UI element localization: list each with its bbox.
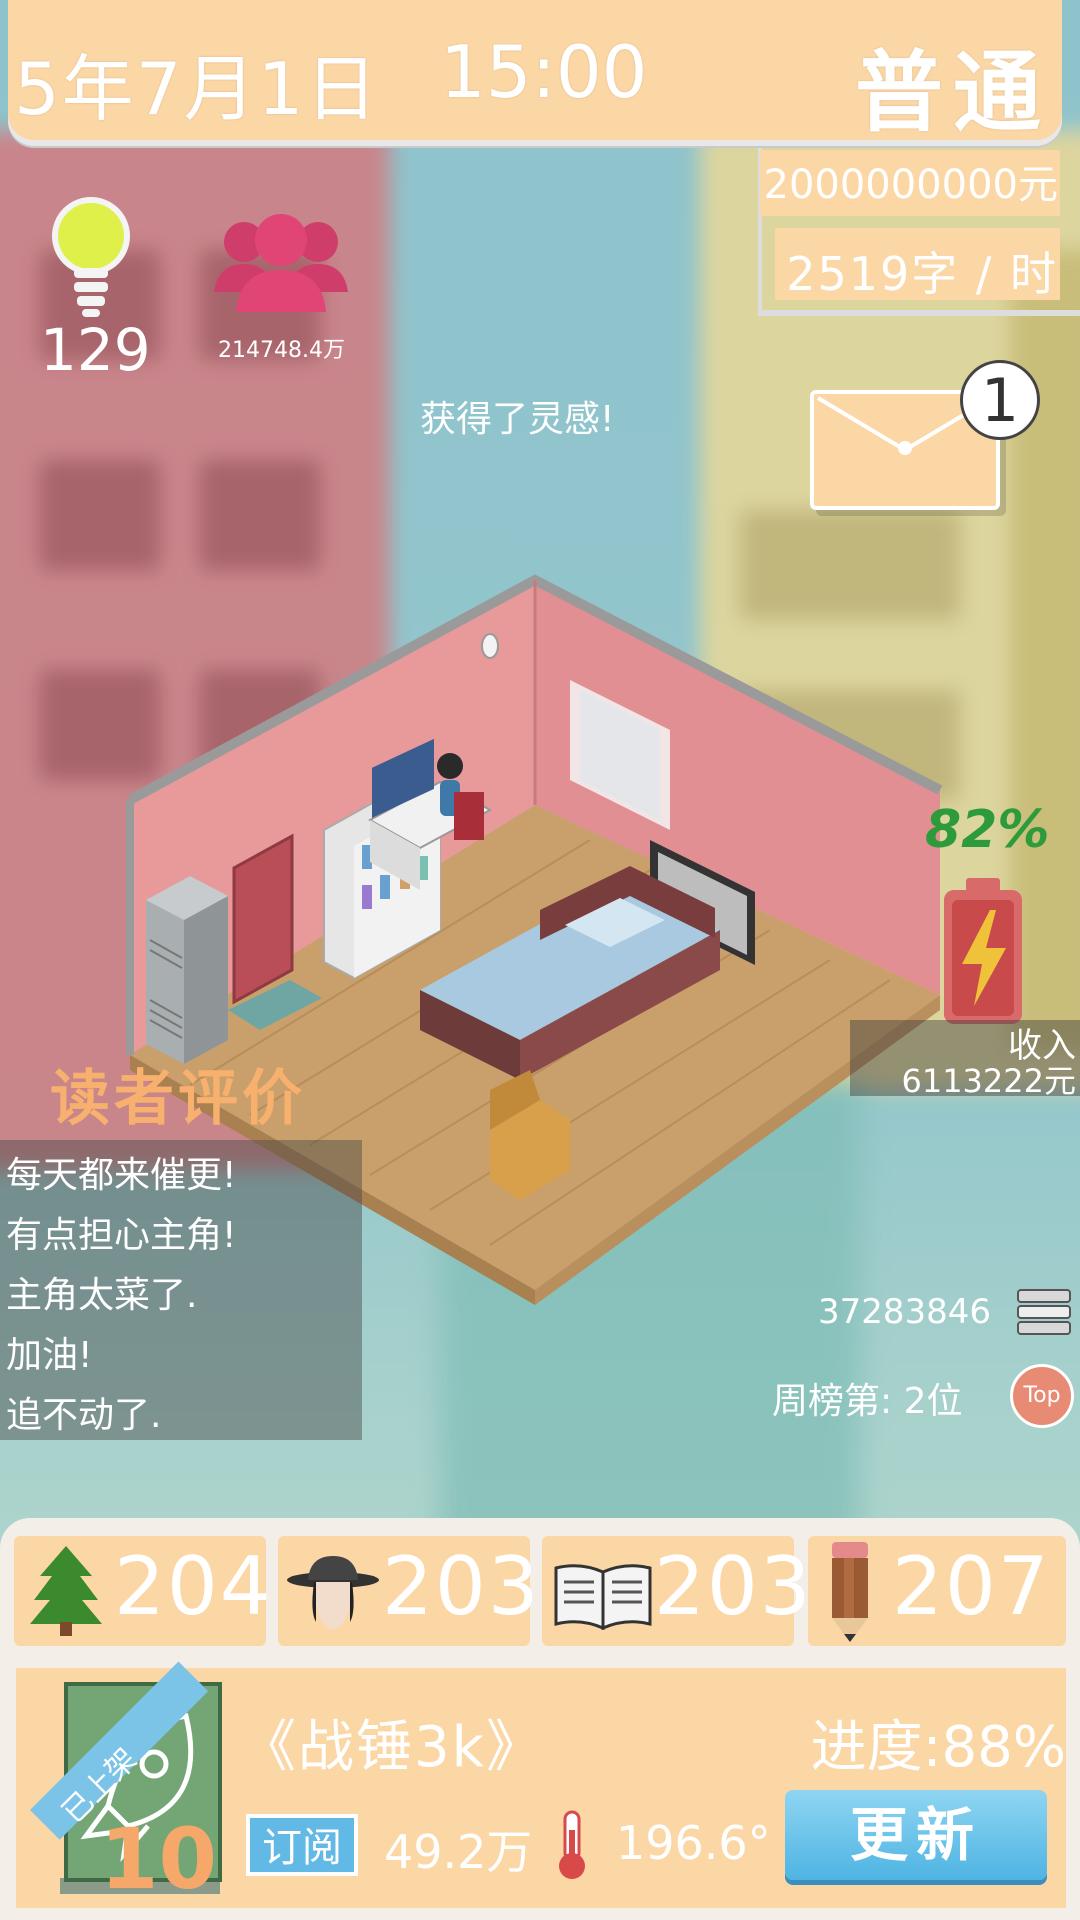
attribute-writing-value: 207 <box>892 1540 1051 1633</box>
book-icon <box>554 1564 652 1630</box>
game-date: 5年7月1日 <box>14 47 380 131</box>
review-item: 追不动了. <box>6 1395 162 1436</box>
mail-unread-badge: 1 <box>960 360 1040 440</box>
fans-icon[interactable] <box>214 212 348 322</box>
update-button[interactable]: 更新 <box>785 1790 1047 1880</box>
review-item: 有点担心主角! <box>6 1215 237 1256</box>
reader-reviews-panel: 每天都来催更! 有点担心主角! 主角太菜了. 加油! 追不动了. <box>0 1140 362 1440</box>
weekly-rank: 周榜第: 2位 <box>772 1381 963 1422</box>
attribute-plot-value: 204 <box>114 1540 273 1633</box>
inspiration-message: 获得了灵感! <box>420 399 615 440</box>
writing-speed-value: 2519字 / 时 <box>786 247 1058 301</box>
wall-clock <box>481 633 499 659</box>
thermometer-icon <box>559 1810 585 1879</box>
air-conditioner <box>146 876 228 1064</box>
lightbulb-icon[interactable] <box>50 196 132 326</box>
pencil-icon <box>832 1542 868 1642</box>
book-title: 《战锤3k》 <box>240 1715 545 1780</box>
game-time: 15:00 <box>440 30 648 114</box>
subscribe-label: 订阅 <box>246 1814 358 1876</box>
book-stack-icon[interactable] <box>1016 1288 1072 1336</box>
battery-icon[interactable] <box>944 878 1022 1024</box>
heat-value: 196.6° <box>616 1816 771 1870</box>
book-volume: 10 <box>100 1810 217 1908</box>
reader-count: 37283846 <box>818 1292 992 1332</box>
fans-count: 214748.4万 <box>218 338 345 363</box>
top-ranking-button[interactable]: Top <box>1010 1364 1074 1428</box>
difficulty-label[interactable]: 普通 <box>855 22 1051 149</box>
review-item: 主角太菜了. <box>6 1275 198 1316</box>
character-icon <box>287 1556 379 1630</box>
money-value: 2000000000元 <box>763 162 1059 208</box>
income-value: 6113222元 <box>901 1062 1076 1100</box>
tree-icon <box>30 1546 102 1636</box>
attribute-character-value: 203 <box>382 1540 541 1633</box>
subscriber-count: 49.2万 <box>384 1825 533 1879</box>
review-item: 每天都来催更! <box>6 1155 237 1196</box>
reader-reviews-title: 读者评价 <box>50 1064 306 1134</box>
battery-percent: 82% <box>925 800 1050 860</box>
review-item: 加油! <box>6 1335 93 1376</box>
attribute-knowledge-value: 203 <box>654 1540 813 1633</box>
inspiration-count: 129 <box>40 316 151 384</box>
book-progress: 进度:88% <box>810 1715 1066 1780</box>
